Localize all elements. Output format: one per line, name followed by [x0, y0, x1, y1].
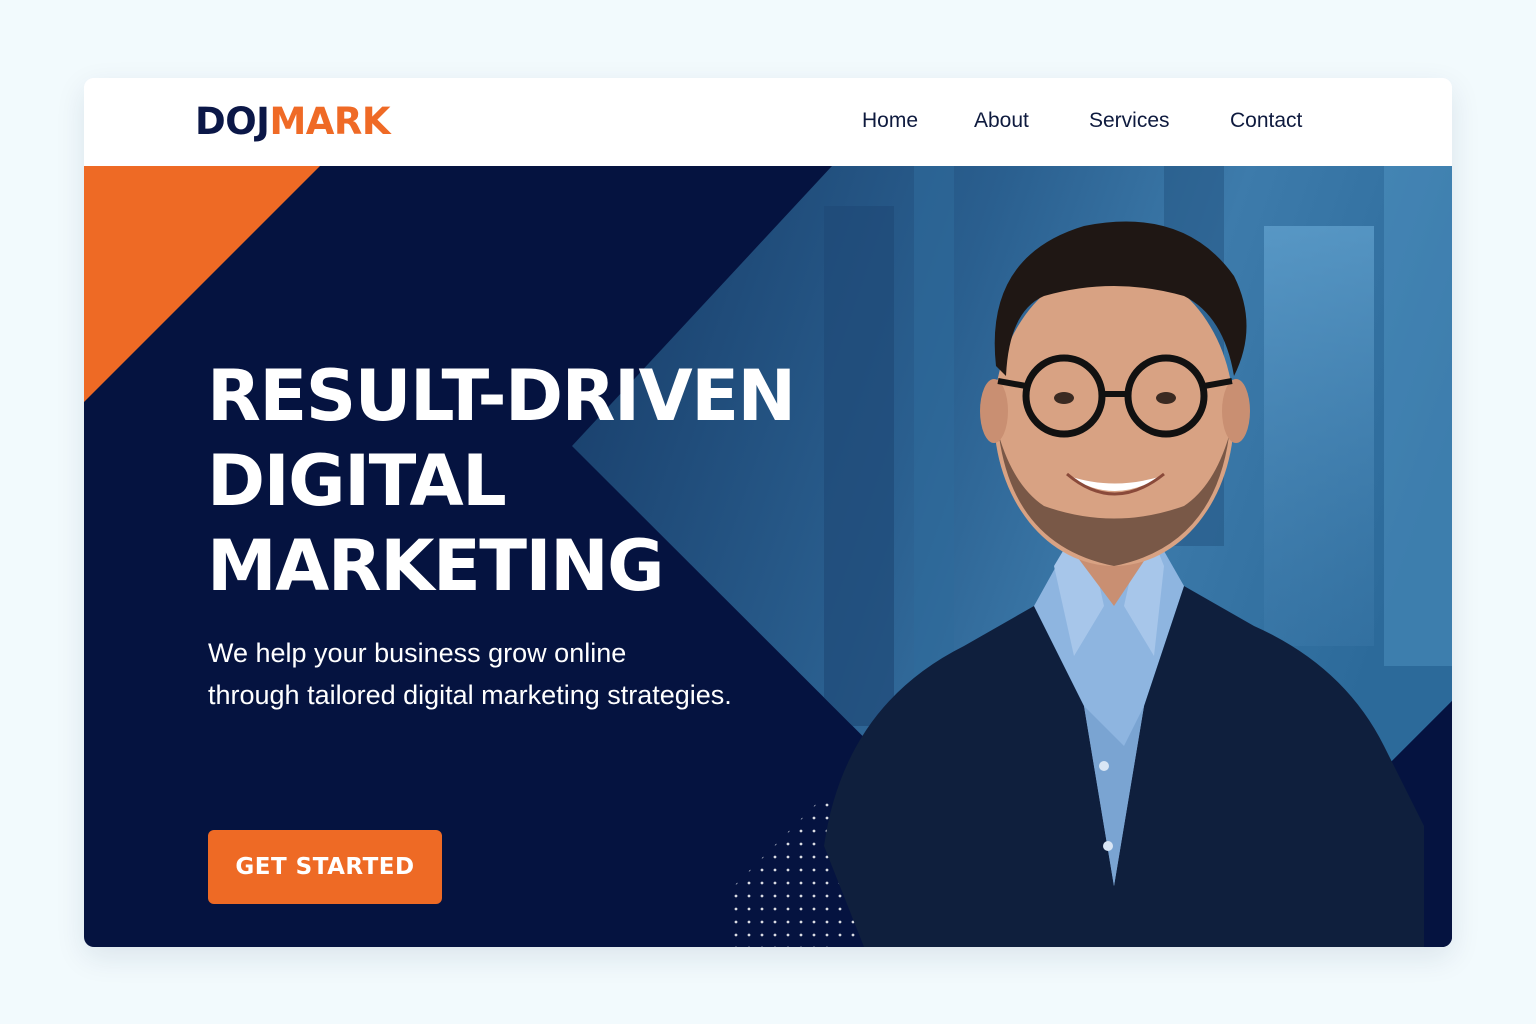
- headline-line-3: MARKETING: [207, 525, 665, 607]
- landing-page-card: DOJMARK Home About Services Contact RESU…: [84, 78, 1452, 947]
- businessman-photo: [824, 221, 1424, 947]
- logo-text-accent: MARK: [269, 100, 391, 143]
- hero-headline: RESULT-DRIVEN DIGITAL MARKETING: [207, 354, 796, 609]
- nav-link-contact[interactable]: Contact: [1230, 108, 1302, 134]
- get-started-button[interactable]: GET STARTED: [208, 830, 442, 904]
- subtitle-line-2: through tailored digital marketing strat…: [208, 680, 732, 710]
- logo-text-primary: DOJ: [195, 100, 270, 143]
- brand-logo[interactable]: DOJMARK: [195, 100, 391, 144]
- hero-section: RESULT-DRIVEN DIGITAL MARKETING We help …: [84, 166, 1452, 947]
- nav-link-services[interactable]: Services: [1089, 108, 1170, 134]
- hero-subtitle: We help your business grow online throug…: [208, 632, 828, 716]
- headline-line-1: RESULT-DRIVEN: [207, 355, 796, 437]
- nav-link-home[interactable]: Home: [862, 108, 918, 134]
- headline-line-2: DIGITAL: [207, 440, 507, 522]
- top-navbar: DOJMARK Home About Services Contact: [84, 78, 1452, 166]
- nav-link-about[interactable]: About: [974, 108, 1029, 134]
- subtitle-line-1: We help your business grow online: [208, 638, 627, 668]
